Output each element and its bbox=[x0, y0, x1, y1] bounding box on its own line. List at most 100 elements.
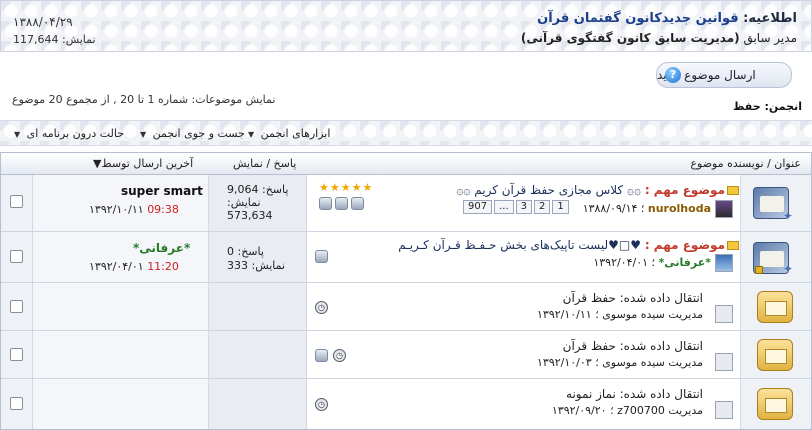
thread-author[interactable]: مدیریت z700700 bbox=[617, 404, 703, 417]
rating-stars-icon: ★★★★★ bbox=[319, 181, 374, 194]
page-link[interactable]: 3 bbox=[515, 200, 533, 214]
row-checkbox[interactable] bbox=[10, 195, 23, 208]
last-post-user[interactable]: super smart bbox=[121, 184, 203, 198]
author-sep: ؛ bbox=[640, 202, 645, 215]
thread-title[interactable]: موضوع مهم : ۞۞ کلاس مجازی حفظ قرآن کریم … bbox=[456, 183, 725, 197]
clock-icon: ◷ bbox=[315, 301, 328, 314]
author-sep: ؛ bbox=[595, 356, 599, 369]
table-row: ◷ انتقال داده شده: نماز نمونه مدیریت z70… bbox=[1, 379, 811, 429]
trash-icon bbox=[315, 250, 328, 263]
table-row: *عرفانی* 11:20 ۱۳۹۲/۰۴/۰۱ پاسخ: 0 نمایش:… bbox=[1, 232, 811, 283]
thread-title[interactable]: موضوع مهم : ♥□♥لیست تاپیک‌های بخش حـفـظ … bbox=[398, 238, 725, 252]
last-post-user[interactable]: *عرفانی* bbox=[133, 241, 190, 255]
forum-name: انجمن: حفظ bbox=[733, 100, 802, 113]
page-info: نمایش موضوعات: شماره 1 تا 20 , از مجموع … bbox=[12, 93, 276, 106]
view-count: 573,634 bbox=[227, 209, 273, 222]
last-post-time: 09:38 bbox=[147, 203, 179, 216]
page-link[interactable]: 1 bbox=[552, 200, 569, 214]
trash-icon bbox=[315, 349, 328, 362]
toolbar-mode[interactable]: حالت درون برنامه ای ▼ bbox=[14, 127, 124, 140]
thread-date: ۱۳۹۲/۱۰/۰۳ bbox=[537, 356, 592, 369]
table-row: ◷ انتقال داده شده: حفظ قرآن مدیریت سیده … bbox=[1, 331, 811, 379]
help-icon: ? bbox=[665, 67, 681, 83]
table-header: عنوان / نویسنده موضوع پاسخ / نمایش آخرین… bbox=[1, 153, 811, 175]
col-stats[interactable]: پاسخ / نمایش bbox=[233, 157, 296, 170]
col-last[interactable]: آخرین ارسال توسط▼ bbox=[93, 157, 193, 170]
reply-count: پاسخ: 9,064 bbox=[227, 183, 289, 196]
page-links: 907 ... 3 2 1 bbox=[463, 200, 569, 214]
last-post-day: ۱۳۹۲/۱۰/۱۱ bbox=[89, 203, 144, 216]
toolbar-tools-label: ابزارهای انجمن bbox=[260, 127, 331, 140]
thread-date: ۱۳۹۲/۰۴/۰۱ bbox=[593, 256, 649, 269]
thread-author[interactable]: مدیریت سیده موسوی bbox=[602, 356, 703, 369]
thread-author-line: nurolhoda ؛ ۱۳۸۸/۰۹/۱۴ bbox=[583, 202, 711, 215]
moved-thread-icon bbox=[757, 339, 793, 371]
chevron-down-icon: ▼ bbox=[140, 130, 147, 139]
thread-author-line: *عرفانی* ؛ ۱۳۹۲/۰۴/۰۱ bbox=[593, 256, 711, 269]
last-post-date: 09:38 ۱۳۹۲/۱۰/۱۱ bbox=[89, 203, 179, 216]
chevron-down-icon: ▼ bbox=[248, 130, 255, 139]
sticky-star-icon: ✦ bbox=[783, 262, 794, 276]
reply-count: پاسخ: 0 bbox=[227, 245, 264, 258]
author-avatar[interactable] bbox=[715, 200, 733, 218]
announcement-date: ۱۳۸۸/۰۴/۲۹ bbox=[13, 15, 73, 29]
announcement-views: نمایش: 117,644 bbox=[13, 33, 96, 46]
author-sep: ؛ bbox=[595, 308, 599, 321]
page-link[interactable]: 2 bbox=[534, 200, 551, 214]
author-sep: ؛ bbox=[651, 256, 656, 269]
row-checkbox[interactable] bbox=[10, 300, 23, 313]
author-avatar[interactable] bbox=[715, 254, 733, 272]
toolbar-search[interactable]: جست و جوی انجمن ▼ bbox=[140, 127, 245, 140]
thread-title[interactable]: انتقال داده شده: حفظ قرآن bbox=[563, 339, 703, 353]
new-thread-button[interactable]: ? ارسال موضوع جدید bbox=[656, 62, 792, 88]
author-sep: ؛ bbox=[610, 404, 614, 417]
row-checkbox[interactable] bbox=[10, 348, 23, 361]
lock-icon bbox=[755, 266, 763, 274]
folder-icon bbox=[727, 186, 739, 195]
thread-title-text: ۞۞ کلاس مجازی حفظ قرآن کریم ۞۞ bbox=[456, 183, 641, 197]
col-last-label: آخرین ارسال توسط bbox=[101, 157, 194, 170]
thread-table: عنوان / نویسنده موضوع پاسخ / نمایش آخرین… bbox=[0, 152, 812, 430]
clock-icon: ◷ bbox=[315, 398, 328, 411]
announcement-author-role: مدیر سابق bbox=[743, 31, 797, 45]
tag-icon bbox=[351, 197, 364, 210]
thread-date: ۱۳۸۸/۰۹/۱۴ bbox=[582, 202, 638, 215]
view-count-label: نمایش: bbox=[227, 196, 261, 209]
announcement-author-name[interactable]: (مدیریت سابق کانون گفتگوی قرآنی) bbox=[521, 31, 740, 45]
thread-date: ۱۳۹۲/۰۹/۲۰ bbox=[551, 404, 607, 417]
thread-author-line: مدیریت z700700 ؛ ۱۳۹۲/۰۹/۲۰ bbox=[552, 404, 703, 417]
page-link[interactable]: ... bbox=[494, 200, 514, 214]
col-title[interactable]: عنوان / نویسنده موضوع bbox=[690, 157, 801, 170]
row-checkbox[interactable] bbox=[10, 397, 23, 410]
thread-author[interactable]: nurolhoda bbox=[648, 202, 711, 215]
page-link[interactable]: 907 bbox=[463, 200, 493, 214]
thread-author[interactable]: *عرفانی* bbox=[659, 256, 711, 269]
folder-icon bbox=[727, 241, 739, 250]
thread-author[interactable]: مدیریت سیده موسوی bbox=[602, 308, 703, 321]
forum-toolbar: حالت درون برنامه ای ▼ جست و جوی انجمن ▼ … bbox=[0, 120, 812, 146]
thread-title[interactable]: انتقال داده شده: نماز نمونه bbox=[566, 387, 703, 401]
last-post-time: 11:20 bbox=[147, 260, 179, 273]
toolbar-tools[interactable]: ابزارهای انجمن ▼ bbox=[248, 127, 330, 140]
view-count: نمایش: 333 bbox=[227, 259, 286, 272]
trash-icon bbox=[335, 197, 348, 210]
toolbar-mode-label: حالت درون برنامه ای bbox=[26, 127, 125, 140]
announcement-title: اطلاعیه: قوانین جدیدکانون گفتمان قرآن bbox=[537, 11, 797, 26]
thread-author-line: مدیریت سیده موسوی ؛ ۱۳۹۲/۱۰/۰۳ bbox=[537, 356, 703, 369]
moved-thread-icon bbox=[757, 388, 793, 420]
row-checkbox[interactable] bbox=[10, 250, 23, 263]
author-avatar[interactable] bbox=[715, 353, 733, 371]
clock-icon: ◷ bbox=[333, 349, 346, 362]
table-row: ◷ انتقال داده شده: حفظ قرآن مدیریت سیده … bbox=[1, 283, 811, 331]
author-avatar[interactable] bbox=[715, 305, 733, 323]
thread-title[interactable]: انتقال داده شده: حفظ قرآن bbox=[563, 291, 703, 305]
last-post-day: ۱۳۹۲/۰۴/۰۱ bbox=[89, 260, 144, 273]
announcement-author: مدیر سابق (مدیریت سابق کانون گفتگوی قرآن… bbox=[521, 31, 797, 45]
announcement-label: اطلاعیه: bbox=[743, 11, 797, 26]
thread-date: ۱۳۹۲/۱۰/۱۱ bbox=[537, 308, 592, 321]
author-avatar[interactable] bbox=[715, 401, 733, 419]
announcement-link[interactable]: قوانین جدیدکانون گفتمان قرآن bbox=[537, 11, 739, 26]
important-prefix: موضوع مهم : bbox=[644, 238, 725, 252]
sticky-star-icon: ✦ bbox=[783, 209, 794, 223]
important-prefix: موضوع مهم : bbox=[644, 183, 725, 197]
